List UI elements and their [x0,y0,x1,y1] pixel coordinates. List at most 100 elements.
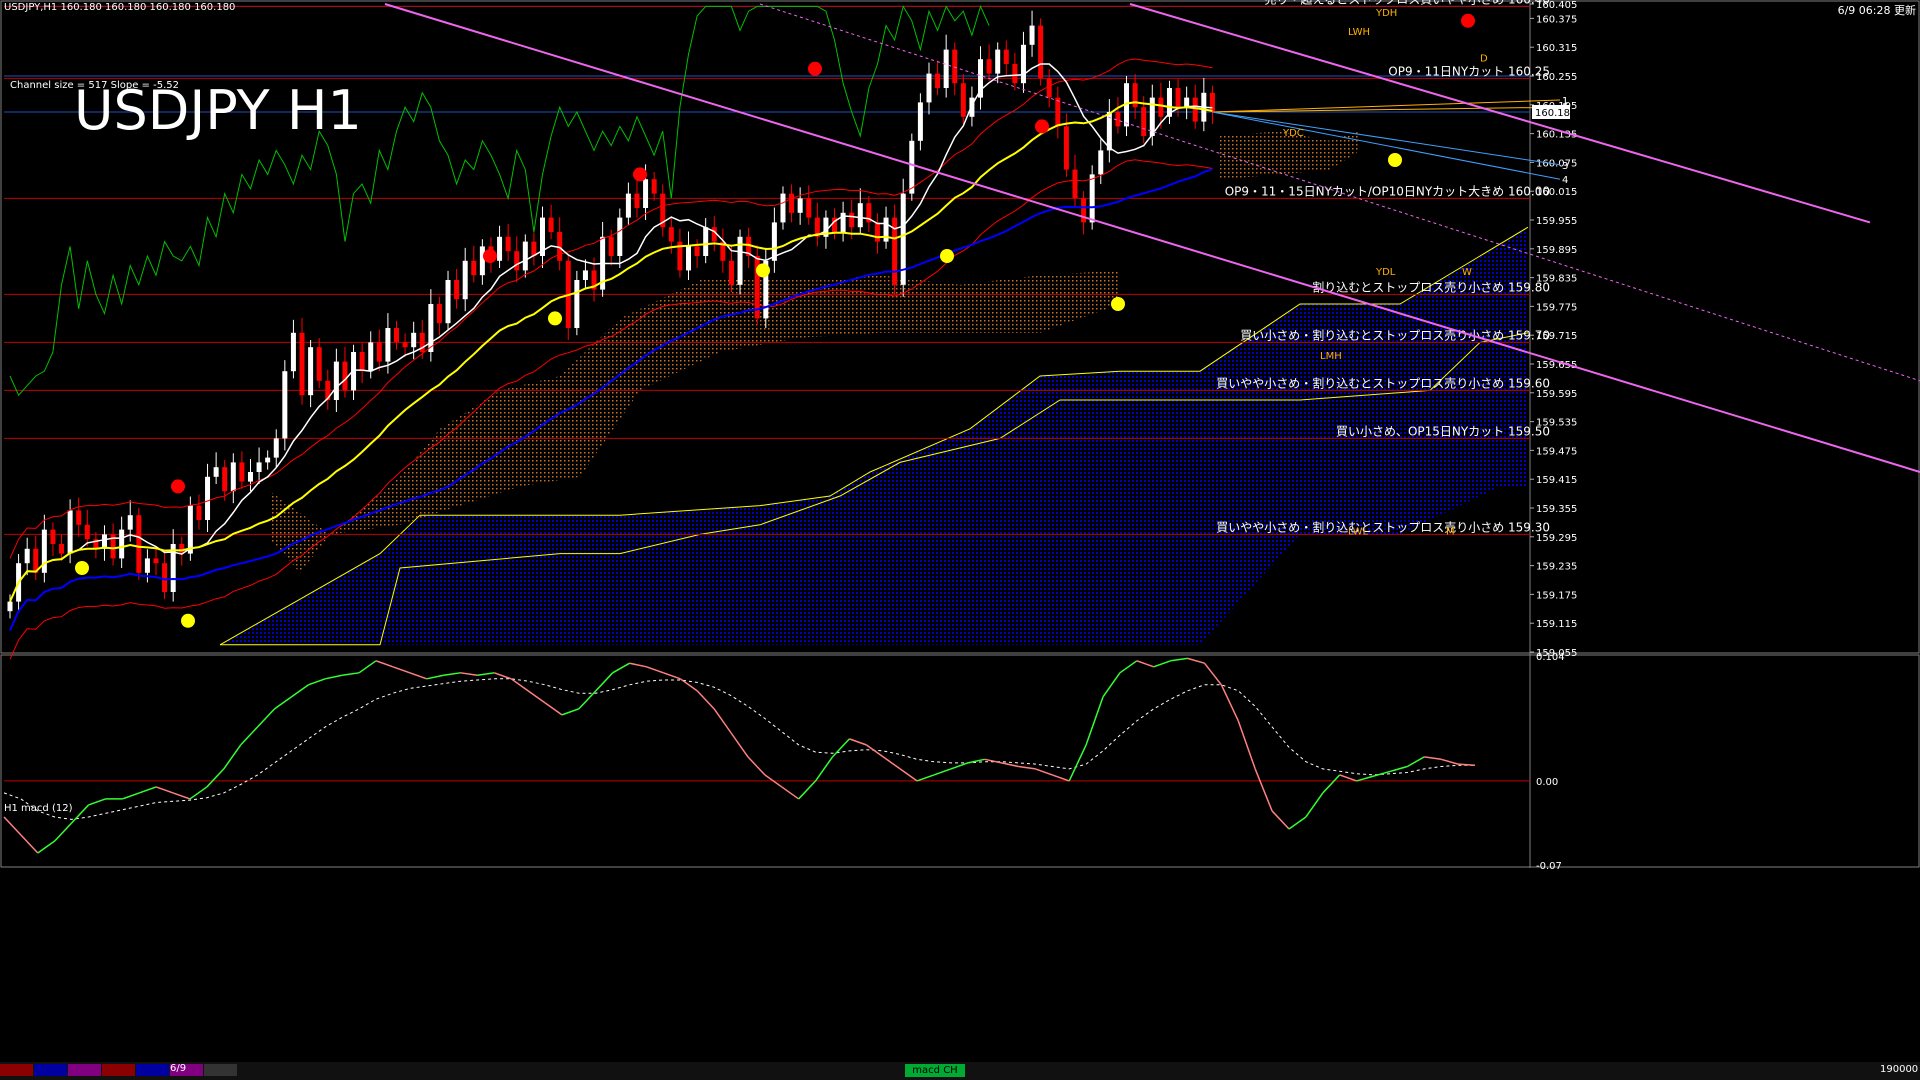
macd-line-segment [443,672,461,676]
level-label: 買いやや小さめ・割り込むとストップロス売り小さめ 159.60 [1216,375,1550,390]
macd-line-segment [1136,660,1154,668]
candle-body [376,342,382,362]
candle-body [462,260,468,300]
macd-line-segment [477,672,495,676]
macd-line-segment [139,786,157,794]
candle-body [136,515,142,573]
candle-body [917,102,923,141]
candle-body [522,241,528,271]
macd-line-segment [1052,774,1070,782]
macd-line-segment [206,768,225,788]
candle-body [385,328,391,362]
candle-body [1029,25,1035,45]
macd-line-segment [189,786,208,800]
timeframe-chip[interactable] [0,1064,33,1076]
macd-line-segment [527,690,546,704]
candle-body [144,558,150,573]
candle-body [265,457,271,463]
chart-canvas[interactable]: 160.405160.375160.315160.255160.195160.1… [0,0,1920,1080]
candle-body [411,332,417,348]
level-label: 買いやや小さめ・割り込むとストップロス売り小さめ 159.30 [1216,519,1550,534]
y-tick-label: 160.315 [1536,43,1577,54]
macd-line-segment [1254,768,1273,812]
box-label-lwl: LWL [1348,526,1369,537]
macd-line-segment [781,786,800,800]
candle-body [308,347,314,396]
macd-line-segment [3,816,22,836]
candle-body [548,217,554,232]
buy-signal-marker [181,613,195,628]
macd-line-segment [612,662,630,674]
candle-body [256,462,262,472]
buy-signal-marker [940,249,954,263]
candle-body [445,280,451,324]
macd-line-segment [730,732,749,758]
sell-signal-marker [171,479,185,494]
macd-line-segment [274,696,292,710]
macd-line-segment [1001,762,1019,768]
macd-line-segment [342,672,360,676]
candle-body [428,304,434,352]
y-tick-label: 159.295 [1536,533,1577,544]
sell-signal-marker [1035,119,1049,134]
candle-body [505,236,511,252]
timeframe-chip[interactable] [102,1064,135,1076]
candle-body [333,361,339,400]
candle-body [703,227,709,256]
candle-body [230,462,236,492]
candle-body [196,505,202,520]
candle-body [1141,107,1147,136]
candle-body [1020,44,1026,84]
candle-body [789,193,795,213]
candle-body [514,251,520,271]
forecast-label: 3 [1562,161,1568,172]
timeframe-chip[interactable] [34,1064,67,1076]
candle-body [119,529,125,559]
bottom-right-value: 190000 [1880,1064,1919,1075]
candle-body [239,462,245,482]
timeframe-chip[interactable] [136,1064,169,1076]
candle-body [668,227,674,242]
macd-line-segment [409,672,427,680]
macd-line-segment [1187,657,1205,664]
macd-line-segment [578,690,597,710]
candle-body [926,73,932,103]
buy-signal-marker [75,561,89,575]
candle-body [282,371,288,439]
macd-line-segment [899,768,918,782]
timeframe-chip[interactable] [68,1064,101,1076]
candle-body [617,217,623,256]
box-label-ydc: YDC [1282,128,1304,139]
candle-body [84,524,90,540]
candle-body [213,467,219,477]
candle-body [711,227,717,242]
candle-body [960,83,966,117]
candle-body [797,198,803,213]
candle-body [557,232,563,261]
candle-body [497,236,503,261]
indicator-tab[interactable]: macd CH [905,1064,965,1077]
y-tick-label: 159.955 [1536,216,1577,227]
box-label-ydl: YDL [1375,267,1396,278]
timeframe-chip[interactable] [204,1064,237,1076]
macd-panel-label: H1 macd (12) [4,803,73,814]
box-label-lmh: LMH [1320,351,1342,362]
bottom-date: 6/9 [170,1063,187,1074]
macd-line-segment [1085,696,1104,746]
candle-body [50,529,56,544]
level-label: 割り込むとストップロス売り小さめ 159.80 [1312,279,1550,294]
update-datetime: 6/9 06:28 更新 [1837,4,1916,17]
candle-body [1098,150,1104,175]
candle-body [7,601,13,612]
buy-signal-marker [548,311,562,326]
chikou-span [9,4,990,397]
macd-line-segment [20,834,39,854]
sell-signal-marker [633,167,647,182]
macd-line-segment [713,708,732,734]
macd-line-segment [1390,765,1408,773]
macd-line-segment [71,804,90,824]
candle-body [857,203,863,228]
candle-body [222,467,228,492]
candle-body [574,280,580,328]
y-tick-label: 159.415 [1536,475,1577,486]
